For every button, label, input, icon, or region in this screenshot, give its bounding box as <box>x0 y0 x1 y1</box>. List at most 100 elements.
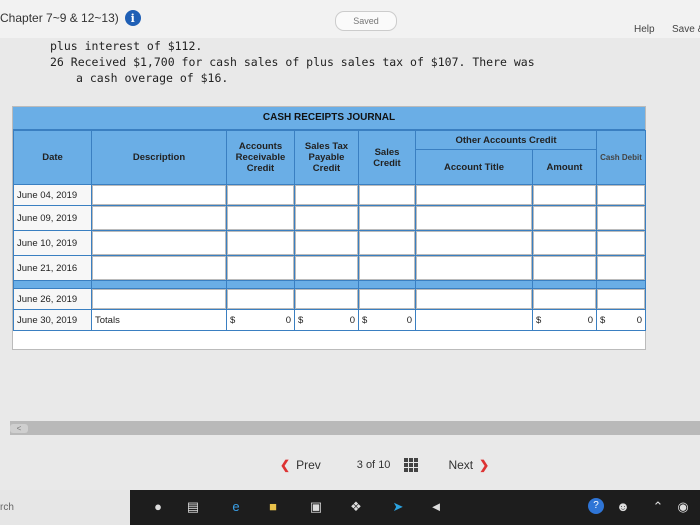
stp-credit-input[interactable] <box>294 288 359 310</box>
help-icon[interactable]: ? <box>588 498 604 514</box>
cash-debit-input[interactable] <box>596 205 646 231</box>
col-sales-credit: Sales Credit <box>358 130 416 185</box>
totals-row: June 30, 2019 Totals $0 $0 $0 $0 $0 <box>13 309 646 331</box>
description-input[interactable] <box>91 255 227 281</box>
help-link[interactable]: Help <box>634 24 655 35</box>
stp-credit-input[interactable] <box>294 230 359 256</box>
sales-credit-input[interactable] <box>358 288 416 310</box>
amount-input[interactable] <box>532 288 597 310</box>
amount-input[interactable] <box>532 255 597 281</box>
amount-total: $0 <box>532 309 597 331</box>
table-row: June 04, 2019 <box>13 184 646 206</box>
teams-icon[interactable]: ◄ <box>428 500 444 514</box>
cash-debit-input[interactable] <box>596 255 646 281</box>
ar-total-sym: $ <box>230 314 236 326</box>
ar-credit-input[interactable] <box>226 288 295 310</box>
problem-line-1: plus interest of $112. <box>50 39 203 53</box>
taskbar-search[interactable]: rch <box>0 490 130 525</box>
grid-icon[interactable] <box>404 458 419 472</box>
app-icon[interactable]: ➤ <box>390 500 406 514</box>
task-view-icon[interactable]: ▤ <box>185 500 201 514</box>
date-cell: June 09, 2019 <box>13 205 92 231</box>
ar-credit-input[interactable] <box>226 184 295 206</box>
description-input[interactable] <box>91 230 227 256</box>
date-cell: June 10, 2019 <box>13 230 92 256</box>
chevron-up-icon[interactable]: ⌃ <box>650 500 666 514</box>
cash-debit-input[interactable] <box>596 230 646 256</box>
network-icon[interactable]: ◉ <box>675 500 691 514</box>
col-accounts-receivable-credit: Accounts Receivable Credit <box>226 130 295 185</box>
save-link[interactable]: Save & <box>672 24 700 35</box>
row-gap <box>13 280 646 289</box>
page-total: 10 <box>378 459 391 471</box>
sales-credit-input[interactable] <box>358 230 416 256</box>
account-title-input[interactable] <box>415 205 533 231</box>
next-label: Next <box>448 458 474 472</box>
amount-total-value: 0 <box>587 314 593 326</box>
col-sales-tax-payable-credit: Sales Tax Payable Credit <box>294 130 359 185</box>
sales-credit-input[interactable] <box>358 184 416 206</box>
date-cell: June 04, 2019 <box>13 184 92 206</box>
amount-input[interactable] <box>532 184 597 206</box>
col-cash-debit: Cash Debit <box>596 130 646 185</box>
amount-input[interactable] <box>532 205 597 231</box>
cash-total-sym: $ <box>600 314 606 326</box>
totals-date: June 30, 2019 <box>13 309 92 331</box>
store-icon[interactable]: ▣ <box>308 500 324 514</box>
people-icon[interactable]: ☻ <box>615 500 631 514</box>
col-description: Description <box>91 130 227 185</box>
mic-icon[interactable]: ● <box>150 500 166 514</box>
taskbar: rch ● ▤ e ■ ▣ ❖ ➤ ◄ ? ☻ ⌃ ◉ <box>0 490 700 525</box>
info-icon[interactable]: i <box>124 10 141 26</box>
stp-credit-input[interactable] <box>294 205 359 231</box>
folder-icon[interactable]: ■ <box>265 500 281 514</box>
page-of: of <box>365 459 376 471</box>
sales-credit-input[interactable] <box>358 255 416 281</box>
account-title-input[interactable] <box>415 184 533 206</box>
next-button[interactable]: Next ❯ <box>448 458 489 472</box>
account-title-input[interactable] <box>415 230 533 256</box>
ar-credit-input[interactable] <box>226 255 295 281</box>
col-date: Date <box>13 130 92 185</box>
cash-receipts-journal: CASH RECEIPTS JOURNAL Date Description A… <box>12 106 646 350</box>
stp-credit-input[interactable] <box>294 184 359 206</box>
prev-button[interactable]: ❮ Prev <box>280 458 321 472</box>
account-title-input[interactable] <box>415 288 533 310</box>
description-input[interactable] <box>91 205 227 231</box>
problem-line-2: 26 Received $1,700 for cash sales of plu… <box>50 55 535 69</box>
edge-icon[interactable]: e <box>228 500 244 514</box>
date-cell: June 21, 2016 <box>13 255 92 281</box>
table-row: June 26, 2019 <box>13 288 646 310</box>
stp-credit-input[interactable] <box>294 255 359 281</box>
chapter-title: Chapter 7~9 & 12~13) i <box>0 10 141 26</box>
journal-table: Date Description Accounts Receivable Cre… <box>13 130 646 331</box>
description-input[interactable] <box>91 184 227 206</box>
page-indicator: 3 of 10 <box>357 459 391 471</box>
dropbox-icon[interactable]: ❖ <box>348 500 364 514</box>
horizontal-scrollbar[interactable] <box>10 421 700 435</box>
stp-total-sym: $ <box>298 314 304 326</box>
cash-total: $0 <box>596 309 646 331</box>
stp-total-value: 0 <box>349 314 355 326</box>
saved-status: Saved <box>335 11 397 31</box>
other-accounts-credit-group: Other Accounts Credit <box>415 130 597 150</box>
problem-text: plus interest of $112. 26 Received $1,70… <box>50 38 535 86</box>
table-row: June 09, 2019 <box>13 205 646 231</box>
col-account-title: Account Title <box>415 149 533 185</box>
amount-input[interactable] <box>532 230 597 256</box>
chevron-right-icon: ❯ <box>479 458 490 472</box>
ar-credit-input[interactable] <box>226 205 295 231</box>
account-title-input[interactable] <box>415 255 533 281</box>
col-amount: Amount <box>532 149 597 185</box>
ar-credit-input[interactable] <box>226 230 295 256</box>
cash-debit-input[interactable] <box>596 184 646 206</box>
sales-total: $0 <box>358 309 416 331</box>
scroll-left-icon[interactable]: < <box>10 424 28 433</box>
problem-line-3: a cash overage of $16. <box>76 71 229 85</box>
sales-credit-input[interactable] <box>358 205 416 231</box>
amount-total-sym: $ <box>536 314 542 326</box>
ar-total: $0 <box>226 309 295 331</box>
cash-debit-input[interactable] <box>596 288 646 310</box>
table-row: June 10, 2019 <box>13 230 646 256</box>
description-input[interactable] <box>91 288 227 310</box>
